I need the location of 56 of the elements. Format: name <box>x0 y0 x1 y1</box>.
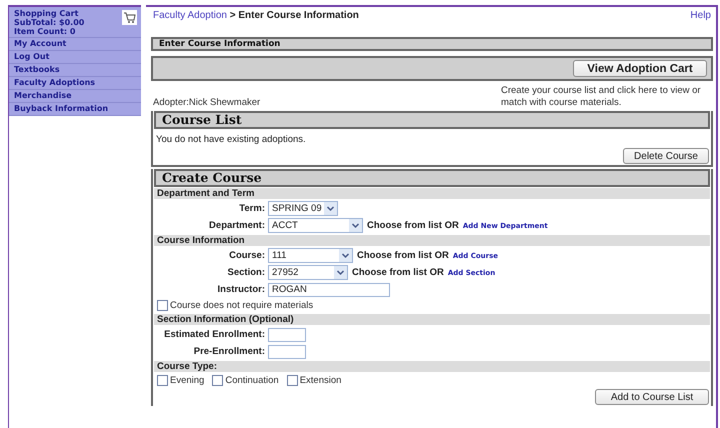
caret-icon[interactable] <box>334 266 347 279</box>
input-field[interactable] <box>268 328 306 342</box>
empty-message: You do not have existing adoptions. <box>155 133 307 145</box>
dropdown[interactable]: 27952 <box>268 265 348 280</box>
cart-icon[interactable] <box>122 10 137 25</box>
checkbox[interactable] <box>212 375 224 386</box>
help-link[interactable]: Help <box>690 10 711 24</box>
delete-course-button[interactable]: Delete Course <box>623 148 709 164</box>
view-adoption-cart-button[interactable]: View Adoption Cart <box>573 60 707 77</box>
checkbox-label: Evening <box>170 375 204 386</box>
sidebar-link[interactable]: My Account <box>9 38 141 51</box>
caret-icon[interactable] <box>324 202 337 215</box>
sidebar-link[interactable]: Buyback Information <box>9 103 141 116</box>
field-label: Course: <box>228 250 266 261</box>
checkbox-label: Extension <box>300 375 342 386</box>
section-title: Enter Course Information <box>151 37 713 51</box>
checkbox[interactable] <box>286 375 298 386</box>
cart-note: Create your course list and click here to view or match with course materials. <box>501 85 702 109</box>
sidebar-link[interactable]: Log Out <box>9 51 141 64</box>
caret-icon[interactable] <box>349 219 362 232</box>
breadcrumb-link[interactable]: Faculty Adoption <box>153 10 227 21</box>
caret-icon[interactable] <box>339 249 352 262</box>
checkbox-label: Course does not require materials <box>170 300 314 311</box>
adopter-text: Adopter:Nick Shewmaker <box>153 97 260 109</box>
field-label: Instructor: <box>216 284 266 295</box>
checkbox-label: Continuation <box>225 375 279 386</box>
input-field[interactable] <box>268 344 306 358</box>
breadcrumb-separator: > <box>230 10 236 21</box>
hint-text: Choose from list OR <box>357 250 449 261</box>
panel-title: Course List <box>154 111 710 129</box>
field-label: Term: <box>238 203 266 214</box>
group-header: Department and Term <box>154 188 710 199</box>
checkbox[interactable] <box>157 375 168 386</box>
dropdown[interactable]: SPRING 09 <box>268 201 338 216</box>
add-to-course-list-button[interactable]: Add to Course List <box>595 389 709 405</box>
sidebar-link[interactable]: Textbooks <box>9 64 141 77</box>
checkbox[interactable] <box>157 300 168 311</box>
dropdown[interactable]: ACCT <box>268 218 363 233</box>
group-header: Section Information (Optional) <box>154 314 710 325</box>
cart-subtotal: SubTotal: $0.00 <box>14 18 84 27</box>
field-label: Estimated Enrollment: <box>163 329 266 340</box>
field-label: Department: <box>208 220 266 231</box>
dropdown[interactable]: 111 <box>268 248 353 263</box>
field-label: Pre-Enrollment: <box>192 346 266 357</box>
field-label: Section: <box>226 267 266 278</box>
sidebar-link[interactable]: Faculty Adoptions <box>9 77 141 90</box>
group-header: Course Type: <box>154 361 710 372</box>
input-field[interactable]: ROGAN <box>268 282 390 296</box>
group-header: Course Information <box>154 235 710 246</box>
panel-title: Create Course <box>154 169 710 187</box>
hint-text: Choose from list OR <box>367 220 459 231</box>
cart-title[interactable]: Shopping Cart <box>14 9 84 18</box>
cart-item-count: Item Count: 0 <box>14 27 76 36</box>
breadcrumb-current: Enter Course Information <box>238 10 359 21</box>
hint-text: Choose from list OR <box>352 267 444 278</box>
sidebar-link[interactable]: Merchandise <box>9 90 141 103</box>
